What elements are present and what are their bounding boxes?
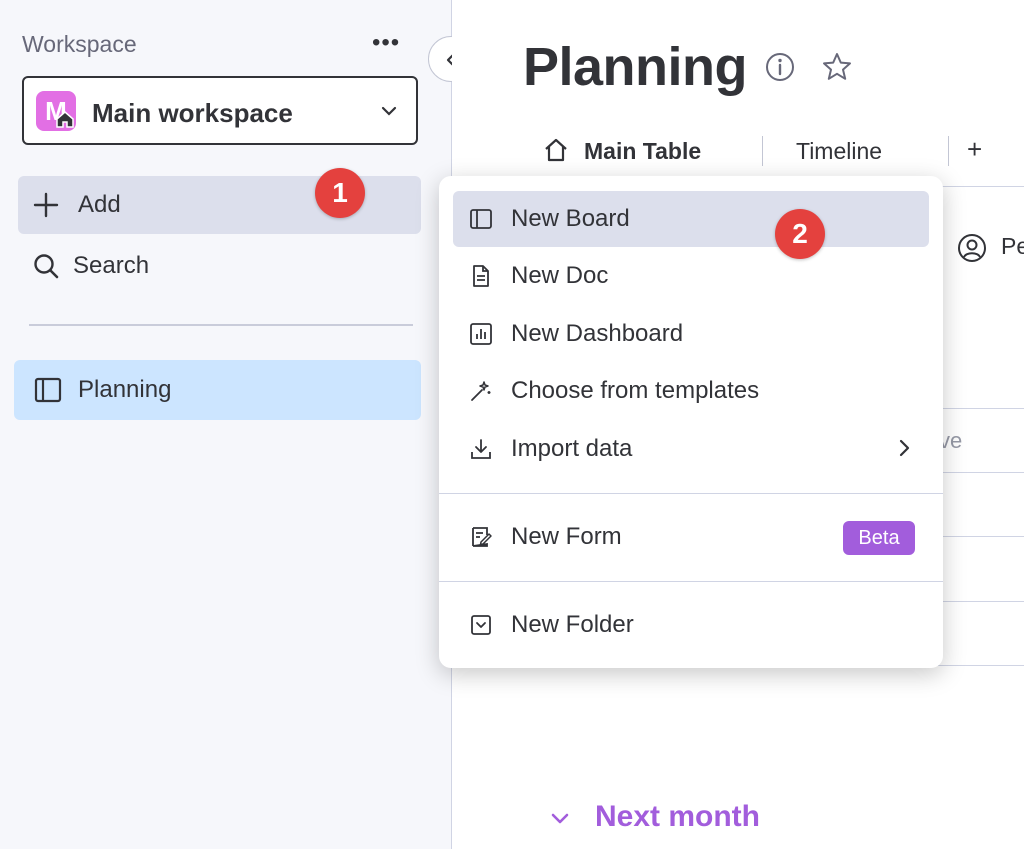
sidebar-item-label: Planning <box>78 376 172 403</box>
add-label: Add <box>78 191 121 218</box>
search-icon <box>34 254 59 279</box>
menu-item-new-board[interactable]: New Board <box>453 191 929 247</box>
tab-main-table[interactable]: Main Table <box>584 138 701 165</box>
workspace-label: Workspace <box>22 31 137 57</box>
sidebar-divider <box>29 324 413 326</box>
board-icon <box>34 377 62 403</box>
dashboard-icon <box>470 323 492 345</box>
sidebar: Workspace ••• M Main workspace Add 1 Sea… <box>0 0 452 849</box>
menu-item-label: Choose from templates <box>511 377 760 404</box>
person-icon <box>958 234 986 262</box>
download-icon <box>471 439 491 459</box>
menu-divider <box>439 493 943 494</box>
chevron-down-icon <box>381 106 397 116</box>
menu-item-label: New Board <box>511 205 630 232</box>
add-view-button[interactable]: + <box>967 134 982 165</box>
menu-item-choose-templates[interactable]: Choose from templates <box>453 363 929 419</box>
chevron-right-icon <box>899 439 910 457</box>
beta-badge: Beta <box>843 521 915 555</box>
plus-icon <box>33 192 59 218</box>
step-badge-2: 2 <box>775 209 825 259</box>
more-options-icon[interactable]: ••• <box>372 31 400 55</box>
chevron-down-icon[interactable] <box>548 806 572 830</box>
workspace-name: Main workspace <box>92 98 293 128</box>
column-header-person[interactable]: Pe <box>1001 233 1024 260</box>
menu-item-label: New Folder <box>511 611 634 638</box>
workspace-selector[interactable]: M Main workspace <box>22 76 418 145</box>
sidebar-item-planning[interactable]: Planning <box>14 360 421 420</box>
menu-item-label: Import data <box>511 435 633 462</box>
view-tabs: Main Table Timeline + <box>452 128 1024 174</box>
search-label: Search <box>73 252 150 279</box>
menu-item-new-doc[interactable]: New Doc <box>453 248 929 304</box>
menu-item-new-folder[interactable]: New Folder <box>453 597 929 653</box>
home-icon <box>545 138 567 162</box>
info-icon[interactable] <box>765 52 795 82</box>
search-button[interactable]: Search <box>18 244 421 288</box>
menu-item-new-form[interactable]: New Form Beta <box>453 509 929 565</box>
menu-item-import-data[interactable]: Import data <box>453 421 929 477</box>
menu-item-new-dashboard[interactable]: New Dashboard <box>453 306 929 362</box>
menu-item-label: New Dashboard <box>511 320 684 347</box>
menu-divider <box>439 581 943 582</box>
magic-wand-icon <box>471 381 491 401</box>
tab-divider <box>948 136 949 166</box>
step-badge-1: 1 <box>315 168 365 218</box>
home-icon <box>56 111 74 128</box>
add-menu: New Board New Doc New Dashboard Choose f… <box>439 176 943 668</box>
doc-icon <box>473 265 489 287</box>
folder-icon <box>471 615 491 635</box>
page-title: Planning <box>523 37 748 97</box>
star-icon[interactable] <box>821 51 853 83</box>
form-icon <box>472 527 492 547</box>
group-title[interactable]: Next month <box>595 800 760 834</box>
tab-divider <box>762 136 763 166</box>
tab-timeline[interactable]: Timeline <box>796 138 882 165</box>
menu-item-label: New Form <box>511 523 622 550</box>
board-icon <box>470 209 492 229</box>
menu-item-label: New Doc <box>511 262 609 289</box>
